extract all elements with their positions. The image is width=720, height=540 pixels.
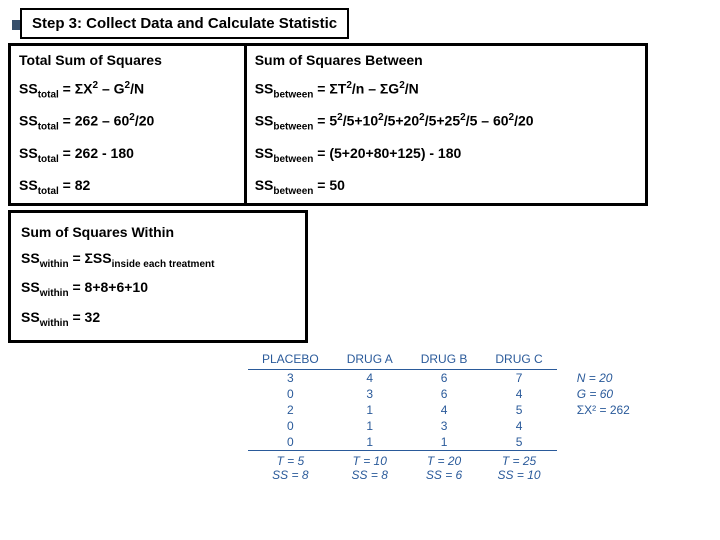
within-substituted: SSwithin = 8+8+6+10 xyxy=(19,274,297,304)
total-substituted: SStotal = 262 – 602/20 xyxy=(10,106,246,138)
total-simplified: SStotal = 262 - 180 xyxy=(10,139,246,171)
col-druga: DRUG A xyxy=(333,349,407,370)
within-box: Sum of Squares Within SSwithin = ΣSSinsi… xyxy=(8,210,308,343)
total-formula: SStotal = ΣX2 – G2/N xyxy=(10,74,246,106)
between-simplified: SSbetween = (5+20+80+125) - 180 xyxy=(245,139,646,171)
col-drugb: DRUG B xyxy=(407,349,482,370)
between-formula: SSbetween = ΣT2/n – ΣG2/N xyxy=(245,74,646,106)
within-formula: SSwithin = ΣSSinside each treatment xyxy=(19,245,297,275)
between-result: SSbetween = 50 xyxy=(245,171,646,204)
raw-data-table: PLACEBO DRUG A DRUG B DRUG C 3467N = 20 … xyxy=(248,349,712,483)
within-header: Sum of Squares Within xyxy=(19,219,297,245)
total-header: Total Sum of Squares xyxy=(10,45,246,75)
col-drugc: DRUG C xyxy=(481,349,556,370)
between-header: Sum of Squares Between xyxy=(245,45,646,75)
between-substituted: SSbetween = 52/5+102/5+202/5+252/5 – 602… xyxy=(245,106,646,138)
col-placebo: PLACEBO xyxy=(248,349,333,370)
within-result: SSwithin = 32 xyxy=(19,304,297,334)
step-title: Step 3: Collect Data and Calculate Stati… xyxy=(20,8,349,39)
total-result: SStotal = 82 xyxy=(10,171,246,204)
sum-of-squares-table: Total Sum of Squares Sum of Squares Betw… xyxy=(8,43,648,206)
